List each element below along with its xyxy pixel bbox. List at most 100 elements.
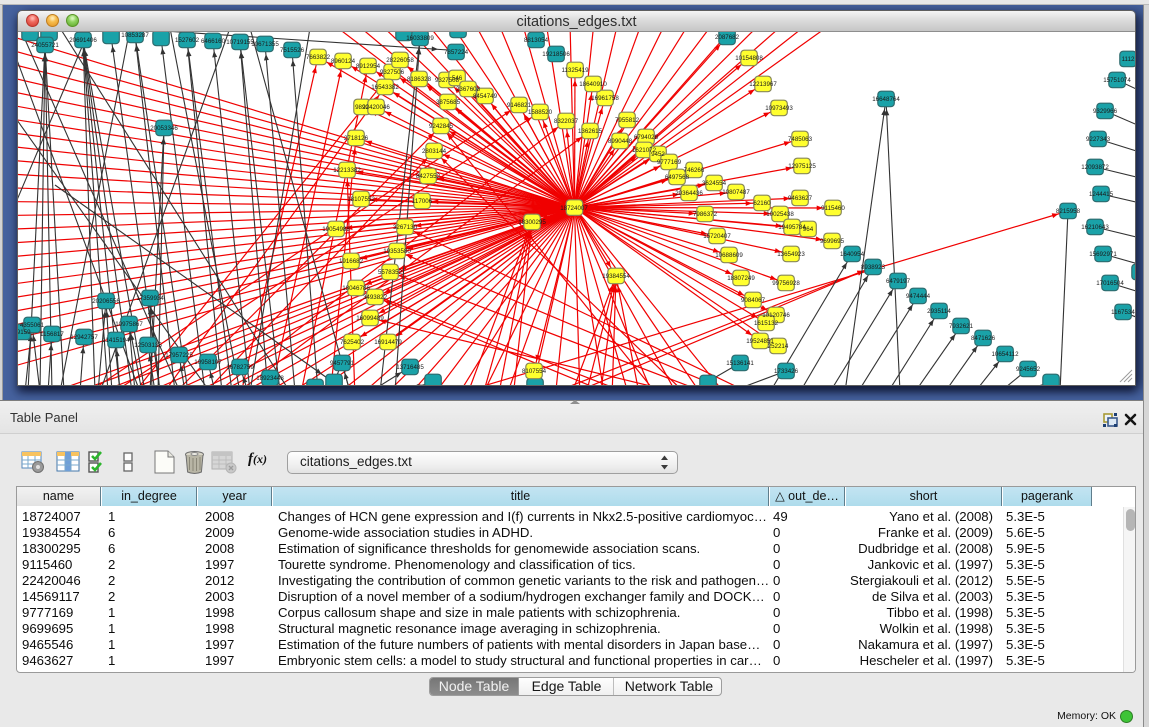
svg-text:15136141: 15136141 [726, 360, 754, 367]
svg-text:18300295: 18300295 [518, 219, 546, 226]
svg-text:9777169: 9777169 [657, 159, 682, 166]
svg-text:18046786: 18046786 [342, 285, 370, 292]
svg-text:8186328: 8186328 [407, 76, 432, 83]
svg-text:1916682: 1916682 [339, 258, 364, 265]
svg-text:1244415: 1244415 [1089, 191, 1114, 198]
svg-text:1156817: 1156817 [40, 331, 64, 338]
svg-text:2087682: 2087682 [715, 34, 740, 41]
svg-text:20364436: 20364436 [675, 190, 703, 197]
svg-text:16648764: 16648764 [872, 96, 900, 103]
svg-text:1615132: 1615132 [754, 320, 779, 327]
svg-text:22420046: 22420046 [362, 104, 390, 111]
svg-text:16543382: 16543382 [371, 84, 399, 91]
svg-text:3493822: 3493822 [363, 294, 388, 301]
svg-text:17957225: 17957225 [165, 352, 193, 359]
svg-text:11325419: 11325419 [561, 67, 589, 74]
svg-text:7485063: 7485063 [788, 136, 813, 143]
svg-text:15720407: 15720407 [703, 233, 731, 240]
svg-text:117006: 117006 [412, 198, 433, 205]
svg-text:16961758: 16961758 [591, 95, 619, 102]
svg-text:8322037: 8322037 [554, 118, 579, 125]
svg-text:9245652: 9245652 [1016, 366, 1041, 373]
svg-text:5578352: 5578352 [378, 269, 403, 276]
svg-text:9699695: 9699695 [820, 238, 845, 245]
svg-text:20691406: 20691406 [69, 37, 97, 44]
svg-text:9329966: 9329966 [1093, 108, 1118, 115]
svg-text:24055721: 24055721 [31, 42, 59, 49]
svg-text:10975867: 10975867 [115, 321, 143, 328]
svg-text:10719155: 10719155 [226, 39, 254, 46]
svg-text:10154808: 10154808 [735, 55, 763, 62]
svg-text:7625402: 7625402 [340, 339, 365, 346]
svg-text:18923448: 18923448 [256, 375, 284, 382]
svg-text:18724007: 18724007 [560, 205, 588, 212]
svg-text:19054988: 19054988 [322, 226, 350, 233]
svg-text:12213967: 12213967 [749, 81, 777, 88]
svg-text:17016504: 17016504 [1096, 280, 1124, 287]
svg-text:6794028: 6794028 [634, 134, 659, 141]
svg-text:8215958: 8215958 [1056, 208, 1081, 215]
svg-text:252214: 252214 [768, 343, 789, 350]
svg-text:3267130: 3267130 [393, 224, 418, 231]
svg-text:10025438: 10025438 [766, 211, 794, 218]
svg-text:16914479: 16914479 [374, 339, 402, 346]
svg-text:1640954: 1640954 [840, 251, 865, 258]
svg-text:9227343: 9227343 [1086, 136, 1111, 143]
svg-text:12942757: 12942757 [70, 334, 98, 341]
svg-text:964: 964 [803, 226, 814, 233]
svg-text:12213382: 12213382 [333, 167, 361, 174]
svg-text:10853287: 10853287 [121, 32, 149, 39]
svg-text:16210643: 16210643 [1081, 224, 1109, 231]
svg-text:3624554: 3624554 [702, 180, 727, 187]
svg-text:10671355: 10671355 [251, 41, 279, 48]
svg-text:8813054: 8813054 [524, 37, 549, 44]
svg-text:10807487: 10807487 [722, 189, 750, 196]
svg-text:8912954: 8912954 [356, 63, 381, 70]
svg-text:1112: 1112 [1122, 56, 1135, 63]
svg-text:10688609: 10688609 [715, 252, 743, 259]
svg-text:2718126: 2718126 [344, 135, 369, 142]
svg-text:2803144: 2803144 [422, 148, 447, 155]
svg-text:9452: 9452 [651, 151, 665, 158]
svg-text:8960124: 8960124 [331, 58, 356, 65]
svg-text:1167534: 1167534 [1111, 309, 1135, 316]
svg-text:10973493: 10973493 [765, 105, 793, 112]
svg-text:9115460: 9115460 [821, 205, 845, 212]
svg-text:8938923: 8938923 [861, 264, 886, 271]
svg-text:15692971: 15692971 [1089, 251, 1117, 258]
svg-text:28226058: 28226058 [386, 57, 414, 64]
svg-text:16033809: 16033809 [406, 35, 434, 42]
svg-text:39159: 39159 [18, 329, 31, 336]
svg-text:7986372: 7986372 [693, 211, 718, 218]
svg-text:746266: 746266 [684, 167, 705, 174]
svg-text:19353580: 19353580 [383, 248, 411, 255]
svg-text:8454749: 8454749 [473, 93, 498, 100]
svg-text:4355061: 4355061 [20, 322, 45, 329]
svg-text:17359934: 17359934 [136, 295, 164, 302]
svg-text:10654112: 10654112 [991, 351, 1019, 358]
svg-text:8427552: 8427552 [416, 173, 441, 180]
svg-text:6466160: 6466160 [201, 38, 226, 45]
svg-text:7932621: 7932621 [949, 323, 974, 330]
svg-text:9242845: 9242845 [429, 123, 454, 130]
svg-text:6479197: 6479197 [886, 278, 911, 285]
svg-text:7857224: 7857224 [444, 49, 469, 56]
svg-text:15751074: 15751074 [1103, 77, 1131, 84]
svg-text:19384554: 19384554 [602, 273, 630, 280]
svg-text:12975125: 12975125 [788, 163, 816, 170]
svg-text:8107554: 8107554 [522, 368, 547, 375]
svg-text:9327506: 9327506 [380, 69, 405, 76]
svg-text:9457791: 9457791 [330, 360, 355, 367]
svg-text:20053346: 20053346 [150, 125, 178, 132]
svg-text:7515526: 7515526 [280, 47, 305, 54]
svg-text:19218506: 19218506 [542, 51, 570, 58]
svg-text:9474444: 9474444 [906, 293, 931, 300]
svg-text:13716485: 13716485 [396, 364, 424, 371]
svg-text:18640910: 18640910 [579, 81, 607, 88]
svg-text:7663822: 7663822 [306, 54, 331, 61]
svg-text:6497568: 6497568 [665, 174, 690, 181]
svg-text:13654923: 13654923 [777, 251, 805, 258]
svg-text:8471626: 8471626 [971, 335, 996, 342]
svg-text:12503135: 12503135 [134, 342, 162, 349]
svg-text:20206556: 20206556 [92, 298, 120, 305]
